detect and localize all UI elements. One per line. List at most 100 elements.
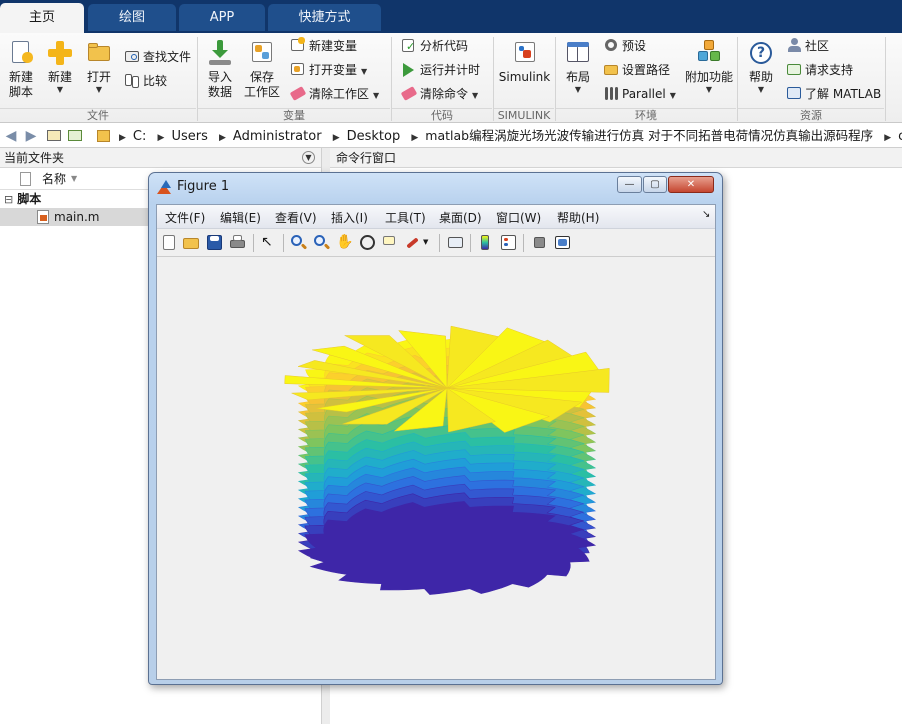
panel-actions-icon[interactable]: ▼ (302, 151, 315, 164)
figure-title-bar[interactable]: Figure 1 — ▢ ✕ (149, 173, 722, 201)
parallel-button[interactable]: Parallel ▼ (604, 84, 676, 104)
chevron-down-icon: ▼ (361, 67, 368, 76)
compare-label: 比较 (143, 74, 168, 88)
menu-file[interactable]: 文件(F) (165, 209, 205, 226)
chevron-right-icon: ▶ (157, 133, 165, 143)
simulink-label: Simulink (498, 70, 551, 84)
breadcrumb-users[interactable]: Users (171, 129, 207, 144)
pointer-arrow-icon[interactable]: ↖ (261, 234, 278, 251)
run-and-time-button[interactable]: 运行并计时 (402, 60, 480, 80)
brush-icon[interactable] (404, 234, 421, 251)
simulink-group-label: SIMULINK (494, 108, 554, 122)
forward-arrow-icon[interactable]: ▶ (22, 127, 40, 145)
tab-home[interactable]: 主页 (0, 3, 84, 33)
breadcrumb-drive[interactable]: C: (133, 129, 146, 144)
legend-icon[interactable] (500, 234, 517, 251)
breadcrumb-administrator[interactable]: Administrator (233, 129, 322, 144)
import-data-button[interactable]: 导入 数据 (200, 39, 240, 100)
learn-matlab-button[interactable]: 了解 MATLAB (787, 84, 881, 104)
find-files-button[interactable]: 查找文件 (125, 47, 191, 67)
tab-shortcuts[interactable]: 快捷方式 (268, 4, 381, 31)
help-question-icon: ? (747, 39, 775, 67)
clear-workspace-button[interactable]: 清除工作区 ▼ (289, 84, 379, 104)
new-script-label-2: 脚本 (8, 85, 33, 99)
community-label: 社区 (805, 39, 830, 53)
rotate-3d-icon[interactable] (359, 234, 376, 251)
link-plot-icon[interactable] (447, 234, 464, 251)
data-cursor-icon[interactable] (381, 234, 398, 251)
save-workspace-button[interactable]: 保存 工作区 (242, 39, 282, 100)
dock-arrow-icon[interactable]: ↘ (702, 209, 710, 220)
new-script-label-1: 新建 (8, 70, 33, 84)
minimize-button[interactable]: — (617, 176, 642, 193)
layout-label: 布局 (565, 70, 590, 84)
open-label: 打开 (86, 70, 111, 84)
analyze-code-icon: ✓ (402, 38, 417, 53)
breadcrumb-desktop[interactable]: Desktop (347, 129, 401, 144)
chevron-down-icon: ▼ (56, 85, 64, 94)
run-and-time-label: 运行并计时 (420, 63, 481, 77)
hide-plot-tools-icon[interactable] (531, 234, 548, 251)
new-script-button[interactable]: 新建 脚本 (1, 39, 41, 100)
request-support-button[interactable]: 请求支持 (787, 60, 853, 80)
maximize-button[interactable]: ▢ (643, 176, 667, 193)
zoom-in-icon[interactable] (290, 234, 308, 251)
set-path-button[interactable]: 设置路径 (604, 60, 670, 80)
tab-plots[interactable]: 绘图 (88, 4, 176, 31)
toolbar-divider (253, 234, 254, 252)
menu-insert[interactable]: 插入(I) (331, 209, 368, 226)
compare-button[interactable]: 比较 (125, 71, 167, 91)
menu-desktop[interactable]: 桌面(D) (439, 209, 482, 226)
menu-tools[interactable]: 工具(T) (385, 209, 426, 226)
show-plot-tools-icon[interactable] (554, 234, 571, 251)
browse-folder-icon[interactable] (66, 127, 84, 145)
analyze-code-button[interactable]: ✓ 分析代码 (402, 36, 468, 56)
collapse-icon[interactable]: ⊟ (4, 193, 13, 206)
menu-view[interactable]: 查看(V) (275, 209, 317, 226)
open-variable-button[interactable]: 打开变量 ▼ (291, 60, 367, 80)
new-script-icon (7, 39, 35, 67)
breadcrumb-project[interactable]: matlab编程涡旋光场光波传输进行仿真 对于不同拓普电荷情况仿真输出源码程序 (425, 128, 873, 143)
chevron-right-icon: ▶ (411, 133, 419, 143)
new-button[interactable]: 新建 ▼ (40, 39, 80, 95)
clear-workspace-icon (289, 86, 307, 101)
add-ons-button[interactable]: 附加功能 ▼ (684, 39, 734, 95)
new-variable-label: 新建变量 (309, 39, 358, 53)
menu-help[interactable]: 帮助(H) (557, 209, 599, 226)
plot-axes-area[interactable] (157, 258, 715, 679)
zoom-out-icon[interactable] (313, 234, 331, 251)
pan-hand-icon[interactable]: ✋ (336, 234, 353, 251)
command-window-title-bar: 命令行窗口 (330, 148, 902, 168)
breadcrumb-code[interactable]: code (898, 129, 902, 144)
chevron-down-icon: ▼ (95, 85, 103, 94)
menu-window[interactable]: 窗口(W) (496, 209, 541, 226)
sort-down-icon[interactable]: ▼ (71, 168, 77, 190)
open-button[interactable]: 打开 ▼ (79, 39, 119, 95)
open-variable-icon (291, 62, 306, 77)
figure-client-area: 文件(F) 编辑(E) 查看(V) 插入(I) 工具(T) 桌面(D) 窗口(W… (156, 204, 716, 680)
menu-edit[interactable]: 编辑(E) (220, 209, 261, 226)
new-figure-icon[interactable] (161, 234, 178, 251)
preferences-button[interactable]: 预设 (604, 36, 646, 56)
community-button[interactable]: 社区 (787, 36, 829, 56)
back-arrow-icon[interactable]: ◀ (2, 127, 20, 145)
help-button[interactable]: ? 帮助 ▼ (741, 39, 781, 95)
save-icon[interactable] (206, 234, 223, 251)
set-path-label: 设置路径 (622, 63, 671, 77)
up-folder-icon[interactable] (45, 127, 63, 145)
simulink-button[interactable]: Simulink (497, 39, 552, 85)
chevron-down-icon[interactable]: ▼ (423, 234, 431, 251)
compare-icon (125, 73, 140, 88)
new-variable-button[interactable]: 新建变量 (291, 36, 357, 56)
clear-commands-button[interactable]: 清除命令 ▼ (400, 84, 478, 104)
chevron-right-icon: ▶ (219, 133, 226, 143)
spiral-surface-plot[interactable] (157, 258, 715, 679)
name-column-header[interactable]: 名称 (42, 168, 66, 190)
colorbar-icon[interactable] (477, 234, 494, 251)
close-button[interactable]: ✕ (668, 176, 714, 193)
open-file-icon[interactable] (183, 234, 200, 251)
help-label: 帮助 (748, 70, 773, 84)
layout-button[interactable]: 布局 ▼ (558, 39, 598, 95)
print-icon[interactable] (229, 234, 246, 251)
tab-apps[interactable]: APP (179, 4, 265, 31)
